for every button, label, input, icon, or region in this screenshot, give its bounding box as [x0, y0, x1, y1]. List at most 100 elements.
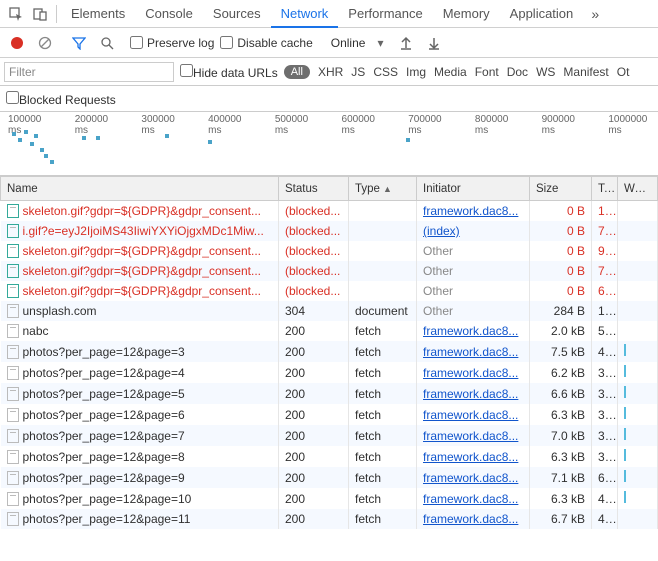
request-row[interactable]: photos?per_page=12&page=4200fetchframewo…	[1, 362, 658, 383]
devtools-top-bar: ElementsConsoleSourcesNetworkPerformance…	[0, 0, 658, 28]
request-time: 5...	[592, 321, 618, 341]
request-initiator[interactable]: framework.dac8...	[423, 512, 518, 526]
request-status: 200	[279, 425, 349, 446]
filter-type-ws[interactable]: WS	[536, 65, 555, 79]
request-waterfall	[618, 221, 658, 241]
request-initiator[interactable]: framework.dac8...	[423, 324, 518, 338]
filter-type-doc[interactable]: Doc	[507, 65, 528, 79]
inspect-icon[interactable]	[4, 2, 28, 26]
tab-performance[interactable]: Performance	[338, 0, 432, 28]
file-icon	[7, 492, 19, 506]
request-size: 7.5 kB	[530, 341, 592, 362]
file-icon	[7, 345, 19, 359]
request-status: 200	[279, 341, 349, 362]
upload-har-icon[interactable]	[395, 32, 417, 54]
request-row[interactable]: photos?per_page=12&page=8200fetchframewo…	[1, 446, 658, 467]
filter-type-js[interactable]: JS	[351, 65, 365, 79]
request-initiator[interactable]: framework.dac8...	[423, 471, 518, 485]
request-size: 6.7 kB	[530, 509, 592, 529]
request-row[interactable]: skeleton.gif?gdpr=${GDPR}&gdpr_consent..…	[1, 261, 658, 281]
preserve-log-checkbox[interactable]: Preserve log	[130, 36, 214, 50]
request-row[interactable]: photos?per_page=12&page=3200fetchframewo…	[1, 341, 658, 362]
request-status: 200	[279, 383, 349, 404]
request-initiator[interactable]: framework.dac8...	[423, 366, 518, 380]
request-size: 6.3 kB	[530, 488, 592, 509]
col-size[interactable]: Size	[530, 177, 592, 201]
request-waterfall	[618, 341, 658, 362]
request-row[interactable]: skeleton.gif?gdpr=${GDPR}&gdpr_consent..…	[1, 281, 658, 301]
request-initiator[interactable]: framework.dac8...	[423, 492, 518, 506]
request-status: 200	[279, 509, 349, 529]
request-row[interactable]: nabc200fetchframework.dac8...2.0 kB5...	[1, 321, 658, 341]
request-waterfall	[618, 281, 658, 301]
request-initiator: Other	[423, 304, 453, 318]
filter-type-img[interactable]: Img	[406, 65, 426, 79]
hide-data-urls-checkbox[interactable]: Hide data URLs	[180, 64, 278, 80]
filter-input[interactable]: Filter	[4, 62, 174, 82]
request-type	[349, 201, 417, 222]
overflow-icon[interactable]: »	[583, 2, 607, 26]
request-row[interactable]: photos?per_page=12&page=11200fetchframew…	[1, 509, 658, 529]
filter-icon[interactable]	[68, 32, 90, 54]
timeline-overview[interactable]: 100000 ms200000 ms300000 ms400000 ms5000…	[0, 112, 658, 176]
request-initiator[interactable]: framework.dac8...	[423, 408, 518, 422]
request-row[interactable]: photos?per_page=12&page=5200fetchframewo…	[1, 383, 658, 404]
filter-type-media[interactable]: Media	[434, 65, 467, 79]
col-initiator[interactable]: Initiator	[417, 177, 530, 201]
tab-elements[interactable]: Elements	[61, 0, 135, 28]
tab-sources[interactable]: Sources	[203, 0, 271, 28]
request-initiator[interactable]: framework.dac8...	[423, 387, 518, 401]
disable-cache-checkbox[interactable]: Disable cache	[220, 36, 312, 50]
filter-type-font[interactable]: Font	[475, 65, 499, 79]
request-time: 3...	[592, 404, 618, 425]
request-row[interactable]: photos?per_page=12&page=7200fetchframewo…	[1, 425, 658, 446]
request-time: 7...	[592, 261, 618, 281]
chevron-down-icon[interactable]: ▾	[377, 36, 383, 50]
request-waterfall	[618, 446, 658, 467]
clear-button[interactable]	[34, 32, 56, 54]
request-row[interactable]: photos?per_page=12&page=9200fetchframewo…	[1, 467, 658, 488]
record-button[interactable]	[6, 32, 28, 54]
filter-type-all[interactable]: All	[284, 65, 310, 79]
request-row[interactable]: photos?per_page=12&page=10200fetchframew…	[1, 488, 658, 509]
tab-network[interactable]: Network	[271, 0, 339, 28]
request-time: 3...	[592, 425, 618, 446]
download-har-icon[interactable]	[423, 32, 445, 54]
request-row[interactable]: skeleton.gif?gdpr=${GDPR}&gdpr_consent..…	[1, 241, 658, 261]
throttling-select[interactable]: Online	[325, 36, 372, 50]
request-name: photos?per_page=12&page=10	[23, 492, 192, 506]
device-toggle-icon[interactable]	[28, 2, 52, 26]
request-type: fetch	[349, 467, 417, 488]
filter-type-ot[interactable]: Ot	[617, 65, 630, 79]
request-type	[349, 281, 417, 301]
col-waterfall[interactable]: Water	[618, 177, 658, 201]
request-row[interactable]: photos?per_page=12&page=6200fetchframewo…	[1, 404, 658, 425]
file-icon	[7, 366, 19, 380]
request-row[interactable]: skeleton.gif?gdpr=${GDPR}&gdpr_consent..…	[1, 201, 658, 222]
request-size: 6.3 kB	[530, 446, 592, 467]
request-initiator[interactable]: framework.dac8...	[423, 450, 518, 464]
col-name[interactable]: Name	[1, 177, 279, 201]
request-initiator[interactable]: (index)	[423, 224, 460, 238]
filter-type-css[interactable]: CSS	[373, 65, 398, 79]
request-waterfall	[618, 404, 658, 425]
request-row[interactable]: i.gif?e=eyJ2IjoiMS43IiwiYXYiOjgxMDc1Miw.…	[1, 221, 658, 241]
request-initiator[interactable]: framework.dac8...	[423, 345, 518, 359]
filter-type-manifest[interactable]: Manifest	[563, 65, 608, 79]
request-row[interactable]: unsplash.com304documentOther284 B1...	[1, 301, 658, 321]
request-size: 0 B	[530, 221, 592, 241]
filter-type-xhr[interactable]: XHR	[318, 65, 343, 79]
request-initiator[interactable]: framework.dac8...	[423, 204, 518, 218]
tab-memory[interactable]: Memory	[433, 0, 500, 28]
request-type	[349, 221, 417, 241]
tab-console[interactable]: Console	[135, 0, 203, 28]
blocked-requests-checkbox[interactable]: Blocked Requests	[6, 91, 116, 107]
col-time[interactable]: T...	[592, 177, 618, 201]
request-initiator[interactable]: framework.dac8...	[423, 429, 518, 443]
file-icon	[7, 512, 19, 526]
search-icon[interactable]	[96, 32, 118, 54]
network-request-table[interactable]: Name Status Type▲ Initiator Size T... Wa…	[0, 176, 658, 529]
tab-application[interactable]: Application	[500, 0, 584, 28]
col-status[interactable]: Status	[279, 177, 349, 201]
col-type[interactable]: Type▲	[349, 177, 417, 201]
